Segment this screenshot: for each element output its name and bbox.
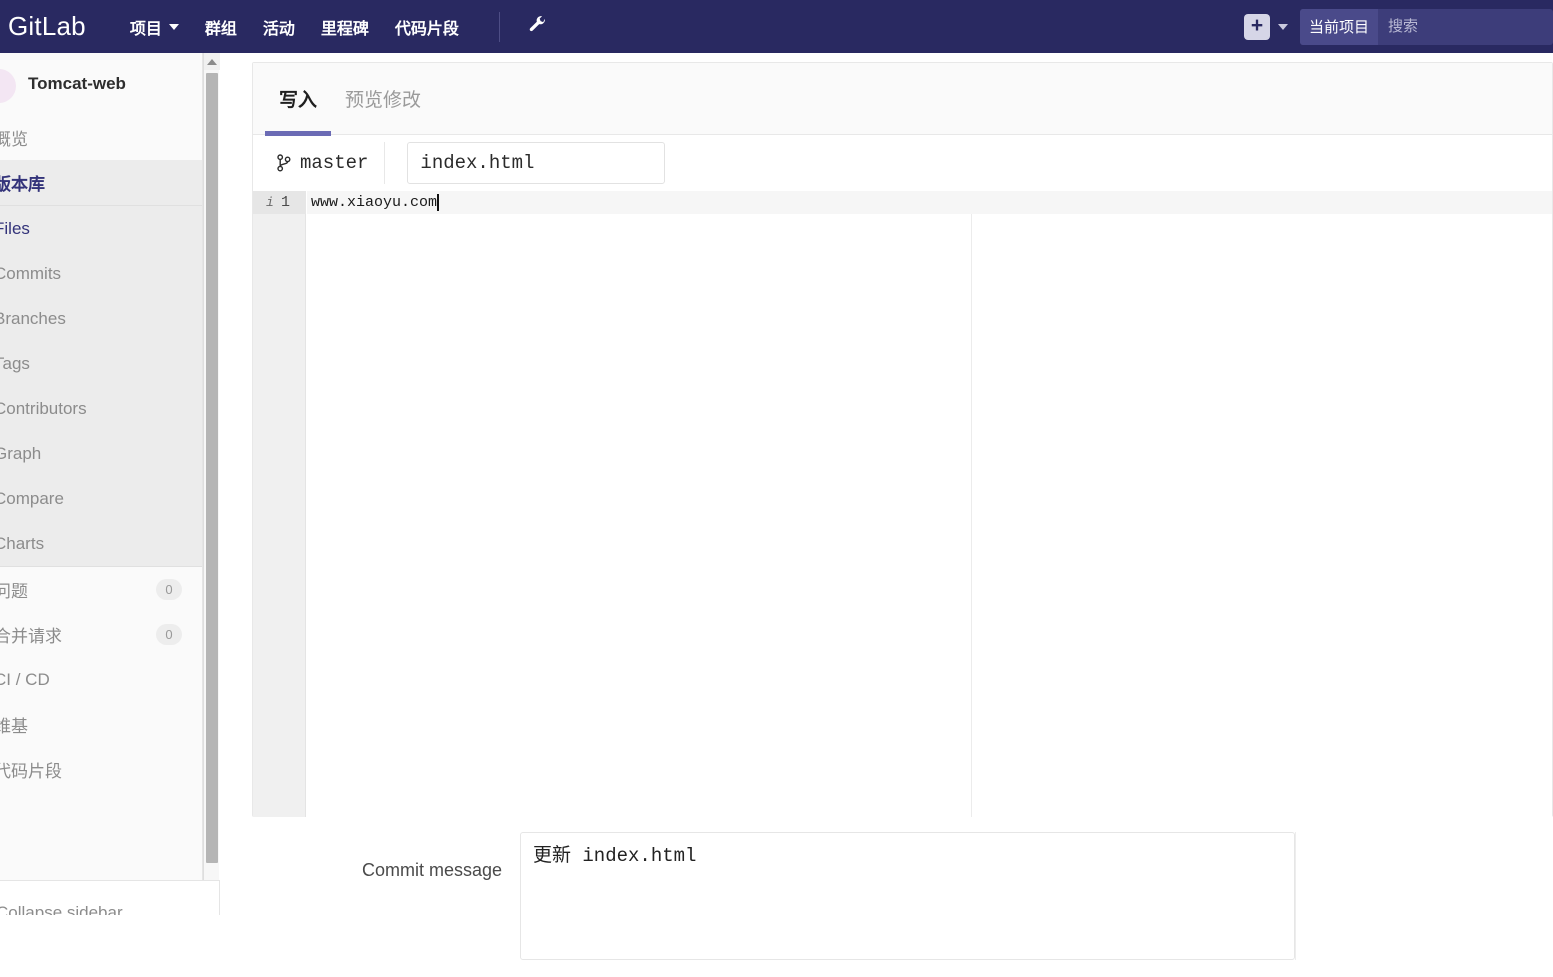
gutter-active-line — [253, 191, 306, 214]
tab-write[interactable]: 写入 — [265, 63, 332, 136]
avatar — [0, 69, 16, 103]
commit-message-input[interactable] — [520, 832, 1295, 960]
nav-item-projects-label: 项目 — [129, 20, 162, 38]
sidebar-item-label: Charts — [0, 533, 45, 553]
branch-icon — [277, 153, 291, 172]
editor-tab-bar: 写入 预览修改 — [253, 63, 1552, 136]
tab-preview-changes-label: 预览修改 — [345, 90, 422, 111]
sidebar-project-header[interactable]: Tomcat-web — [0, 53, 202, 115]
sidebar-item-merge-requests[interactable]: 合并请求 0 — [0, 612, 202, 657]
sidebar-item-branches[interactable]: Branches — [0, 296, 202, 341]
sidebar-item-label: 合并请求 — [0, 627, 62, 646]
search-scope-label[interactable]: 当前项目 — [1300, 8, 1379, 45]
commit-message-label: Commit message — [361, 860, 502, 880]
code-line-1-text: www.xiaoyu.com — [311, 194, 438, 211]
sidebar-item-label: Commits — [0, 263, 62, 283]
sidebar-item-snippets[interactable]: 代码片段 — [0, 747, 202, 792]
wrench-icon[interactable] — [526, 14, 548, 40]
status-badge: 0 — [156, 579, 182, 600]
commit-message-row: Commit message — [252, 832, 1553, 977]
commit-row-divider — [1295, 832, 1296, 960]
plus-icon: + — [1244, 13, 1270, 40]
chevron-down-icon — [1278, 23, 1288, 30]
main-content: 写入 预览修改 master index.html i 1 www.xiaoyu… — [252, 62, 1553, 960]
scrollbar-thumb[interactable] — [206, 73, 218, 863]
sidebar-item-label: 代码片段 — [0, 762, 62, 781]
sidebar-item-label: Branches — [0, 308, 66, 328]
sidebar-scrollbar[interactable] — [203, 53, 220, 880]
editor-right-pane — [972, 191, 1552, 817]
filename-input[interactable] — [407, 141, 666, 184]
navbar-right-section: + 当前项目 — [1244, 0, 1553, 53]
sidebar-item-compare[interactable]: Compare — [0, 476, 202, 521]
line-number: 1 — [281, 194, 291, 211]
scroll-up-icon[interactable] — [204, 53, 220, 70]
tab-write-label: 写入 — [279, 90, 318, 111]
editor-gutter: i 1 — [253, 191, 306, 817]
top-navbar: GitLab 项目 群组 活动 里程碑 代码片段 + 当前项目 — [0, 0, 1553, 53]
page-title: Tomcat-web — [28, 74, 126, 93]
tab-preview-changes[interactable]: 预览修改 — [331, 63, 435, 135]
sidebar-item-label: Compare — [0, 488, 64, 508]
sidebar-item-overview[interactable]: 概览 — [0, 115, 202, 160]
branch-selector[interactable]: master — [267, 141, 386, 184]
nav-item-milestones-label: 里程碑 — [320, 20, 369, 38]
sidebar-item-contributors[interactable]: Contributors — [0, 386, 202, 431]
nav-item-activity[interactable]: 活动 — [263, 15, 295, 39]
nav-item-groups[interactable]: 群组 — [205, 15, 237, 39]
editor-active-line-highlight — [307, 191, 1552, 214]
sidebar-item-ci-cd[interactable]: CI / CD — [0, 657, 202, 702]
gitlab-logo[interactable]: GitLab — [8, 11, 86, 42]
nav-item-activity-label: 活动 — [262, 20, 295, 38]
collapse-sidebar-button[interactable]: Collapse sidebar — [0, 880, 220, 915]
branch-glyph — [277, 153, 291, 172]
sidebar-item-label: Tags — [0, 353, 30, 373]
sidebar-item-label: CI / CD — [0, 669, 50, 689]
sidebar-item-label: Files — [0, 218, 30, 238]
search-input[interactable] — [1378, 8, 1553, 45]
search-box[interactable]: 当前项目 — [1300, 8, 1553, 45]
file-editor-card: 写入 预览修改 master index.html i 1 www.xiaoyu… — [252, 62, 1553, 817]
sidebar-item-label: 版本库 — [0, 175, 45, 194]
sidebar-item-label: Contributors — [0, 398, 87, 418]
nav-item-milestones[interactable]: 里程碑 — [321, 15, 369, 39]
navbar-divider — [498, 11, 500, 42]
project-sidebar: Tomcat-web 概览 版本库 Files Commits Branches… — [0, 53, 203, 880]
nav-item-snippets-label: 代码片段 — [394, 20, 459, 38]
sidebar-item-wiki[interactable]: 维基 — [0, 702, 202, 747]
sidebar-item-files[interactable]: Files — [0, 206, 202, 251]
chevron-down-icon — [168, 23, 179, 30]
text-cursor — [437, 194, 440, 211]
status-badge: 0 — [156, 624, 182, 645]
wrench-glyph — [529, 15, 545, 31]
sidebar-item-label: 概览 — [0, 130, 28, 149]
nav-item-snippets[interactable]: 代码片段 — [395, 15, 459, 39]
file-path-row: master — [253, 135, 1552, 190]
sidebar-item-tags[interactable]: Tags — [0, 341, 202, 386]
collapse-sidebar-label: Collapse sidebar — [0, 903, 123, 915]
nav-item-projects[interactable]: 项目 — [130, 15, 179, 39]
sidebar-item-graph[interactable]: Graph — [0, 431, 202, 476]
code-editor[interactable]: i 1 www.xiaoyu.com — [253, 191, 1552, 817]
code-line-1[interactable]: www.xiaoyu.com — [307, 191, 440, 214]
nav-item-groups-label: 群组 — [204, 20, 237, 38]
sidebar-item-commits[interactable]: Commits — [0, 251, 202, 296]
sidebar-item-charts[interactable]: Charts — [0, 521, 202, 566]
branch-name: master — [300, 151, 369, 174]
new-item-button[interactable]: + — [1244, 13, 1288, 40]
sidebar-item-label: Graph — [0, 443, 42, 463]
sidebar-item-label: 维基 — [0, 717, 28, 736]
sidebar-item-repository[interactable]: 版本库 — [0, 160, 202, 205]
lint-marker-icon[interactable]: i — [266, 195, 274, 210]
sidebar-item-label: 问题 — [0, 582, 28, 601]
sidebar-item-issues[interactable]: 问题 0 — [0, 567, 202, 612]
